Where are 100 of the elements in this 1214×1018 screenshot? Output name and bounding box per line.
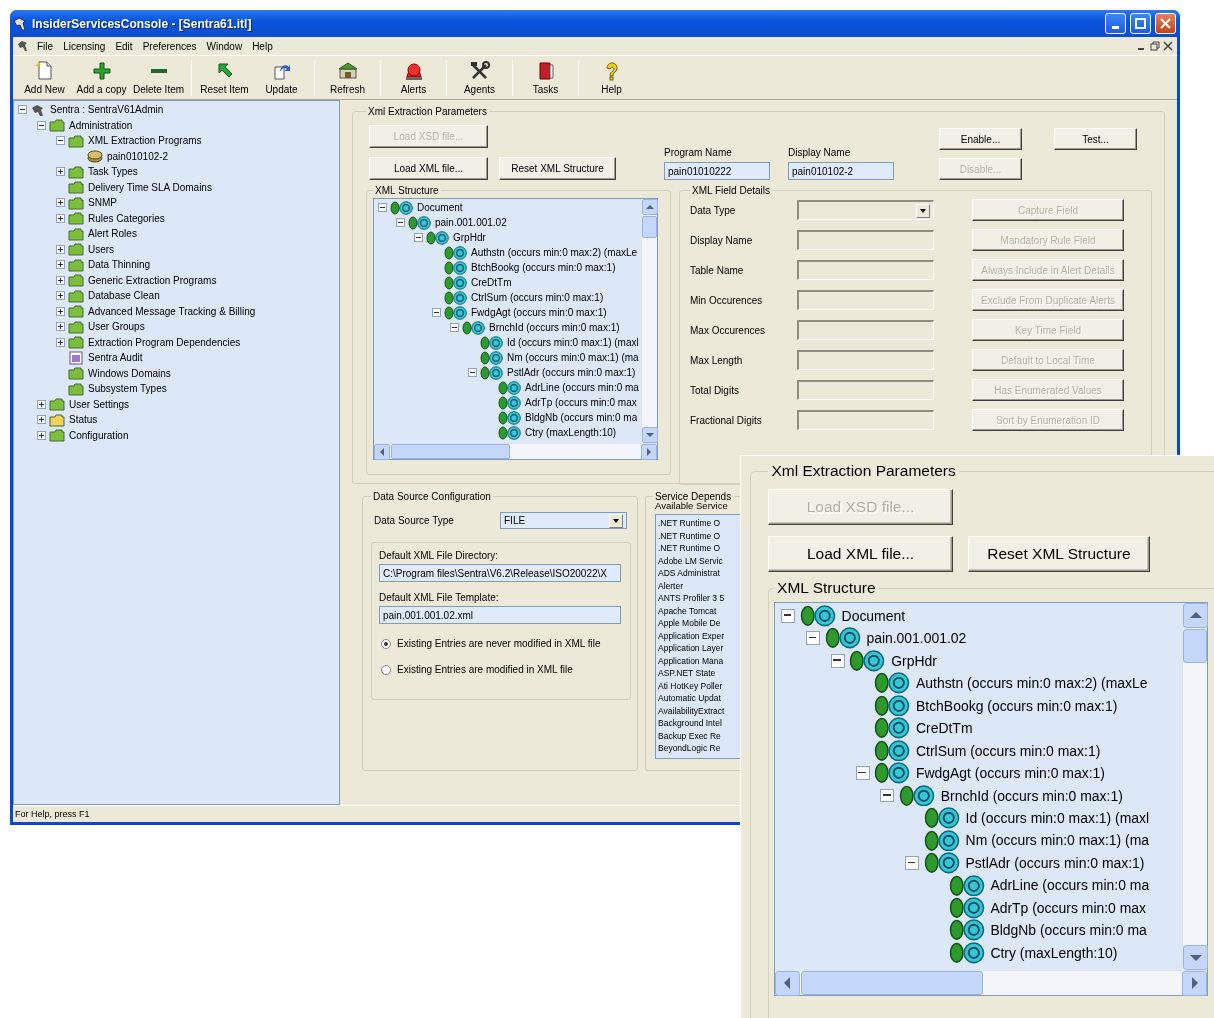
expand-toggle[interactable] <box>37 415 46 425</box>
tree-item[interactable]: pain010102-2 <box>107 148 169 164</box>
tree-item[interactable]: AdrTp (occurs min:0 max <box>990 899 1147 916</box>
tree-item[interactable]: GrpHdr <box>453 232 486 243</box>
tree-item[interactable]: XML Extraction Programs <box>88 133 202 149</box>
input-field[interactable]: C:\Program files\Sentra\V6.2\Release\ISO20022\X <box>379 564 621 582</box>
tree-item[interactable]: Generic Extraction Programs <box>88 272 217 288</box>
toolbar-button[interactable]: Tasks <box>517 57 574 98</box>
expand-toggle[interactable] <box>37 120 46 130</box>
tree-item[interactable]: BldgNb (occurs min:0 ma <box>990 922 1147 939</box>
expand-toggle[interactable] <box>378 203 387 212</box>
tree-item[interactable]: FwdgAgt (occurs min:0 max:1) <box>915 765 1105 782</box>
tree-item[interactable]: Database Clean <box>88 288 160 304</box>
tree-item[interactable]: Administration <box>69 117 133 133</box>
expand-toggle[interactable] <box>781 608 796 623</box>
input-field[interactable]: pain010102-2 <box>788 162 894 180</box>
tree-item[interactable]: PstlAdr (occurs min:0 max:1) <box>507 367 636 378</box>
expand-toggle[interactable] <box>855 766 870 780</box>
tree-item[interactable]: CtrlSum (occurs min:0 max:1) <box>915 742 1101 759</box>
expand-toggle[interactable] <box>905 855 920 870</box>
toolbar-button[interactable]: Refresh <box>319 57 376 98</box>
toolbar-button[interactable]: Delete Item <box>130 57 187 98</box>
tree-item[interactable]: CreDtTm <box>471 277 512 288</box>
expand-toggle[interactable] <box>880 788 895 803</box>
menu-item[interactable]: Preferences <box>138 40 201 52</box>
tree-item[interactable]: Document <box>417 202 463 213</box>
expand-toggle[interactable] <box>450 323 459 332</box>
expand-toggle[interactable] <box>56 291 65 301</box>
scrollbar[interactable] <box>374 443 657 459</box>
list-item[interactable]: Backup Exec Re <box>658 729 743 742</box>
expand-toggle[interactable] <box>56 198 65 208</box>
scrollbar[interactable] <box>641 199 657 443</box>
list-item[interactable]: Apple Mobile De <box>658 617 743 630</box>
tree-item[interactable]: BldgNb (occurs min:0 ma <box>525 412 638 423</box>
toolbar-button[interactable]: Agents <box>451 57 508 98</box>
list-item[interactable]: AvailabilityExtract <box>658 704 743 717</box>
tree-item[interactable]: Nm (occurs min:0 max:1) (ma <box>507 352 639 363</box>
tree-item[interactable]: GrpHdr <box>891 652 937 669</box>
minimize-button[interactable] <box>1105 13 1126 34</box>
tree-item[interactable]: AdrLine (occurs min:0 ma <box>990 877 1150 894</box>
toolbar-button[interactable]: Alerts <box>385 57 442 98</box>
tree-item[interactable]: AdrLine (occurs min:0 ma <box>525 382 639 393</box>
tree-item[interactable]: Status <box>69 412 98 428</box>
close-button[interactable] <box>1163 41 1173 51</box>
tree-item[interactable]: pain.001.001.02 <box>866 630 967 647</box>
list-item[interactable]: Application Exper <box>658 629 743 642</box>
list-item[interactable]: .NET Runtime O <box>658 529 743 542</box>
tree-item[interactable]: CtrlSum (occurs min:0 max:1) <box>471 292 604 303</box>
tree-item[interactable]: CreDtTm <box>915 720 973 737</box>
tree-item[interactable]: Document <box>841 607 906 624</box>
toolbar-button[interactable]: Add New <box>16 57 73 98</box>
menu-item[interactable]: Help <box>248 40 277 52</box>
maximize-button[interactable] <box>1130 13 1151 34</box>
expand-toggle[interactable] <box>56 213 65 223</box>
scrollbar[interactable] <box>775 969 1207 995</box>
list-item[interactable]: Application Mana <box>658 654 743 667</box>
expand-toggle[interactable] <box>432 308 441 317</box>
expand-toggle[interactable] <box>56 136 65 146</box>
expand-toggle[interactable] <box>56 167 65 177</box>
tree-item[interactable]: BtchBookg (occurs min:0 max:1) <box>915 697 1118 714</box>
tree-item[interactable]: Windows Domains <box>88 365 171 381</box>
menu-item[interactable]: Licensing <box>59 40 110 52</box>
expand-toggle[interactable] <box>805 631 820 646</box>
toolbar-button[interactable]: Help <box>583 57 640 98</box>
input-field[interactable]: pain.001.001.02.xml <box>379 606 621 624</box>
button[interactable]: Test... <box>1054 128 1137 150</box>
tree-item[interactable]: Delivery Time SLA Domains <box>88 179 212 195</box>
expand-toggle[interactable] <box>830 653 845 668</box>
list-item[interactable]: Automatic Updat <box>658 692 743 705</box>
tree-item[interactable]: Task Types <box>88 164 138 180</box>
tree-item[interactable]: Data Thinning <box>88 257 151 273</box>
tree-item[interactable]: BrnchId (occurs min:0 max:1) <box>940 787 1123 804</box>
menu-item[interactable]: File <box>33 40 58 52</box>
tree-item[interactable]: Advanced Message Tracking & Billing <box>88 303 256 319</box>
tree-item[interactable]: AdrTp (occurs min:0 max <box>525 397 637 408</box>
tree-item[interactable]: Configuration <box>69 427 129 443</box>
list-item[interactable]: BeyondLogic Re <box>658 742 743 755</box>
tree-item[interactable]: Subsystem Types <box>88 381 167 397</box>
scrollbar[interactable] <box>1182 603 1207 970</box>
button[interactable]: Load XML file... <box>768 535 953 572</box>
tree-item[interactable]: Sentra Audit <box>88 350 143 366</box>
expand-toggle[interactable] <box>37 399 46 409</box>
list-item[interactable]: Alerter <box>658 579 743 592</box>
expand-toggle[interactable] <box>56 306 65 316</box>
tree-item[interactable]: Sentra : SentraV61Admin <box>50 102 164 118</box>
restore-button[interactable] <box>1150 41 1160 51</box>
expand-toggle[interactable] <box>396 218 405 227</box>
toolbar-button[interactable]: Update <box>253 57 310 98</box>
tree-item[interactable]: Id (occurs min:0 max:1) (maxl <box>507 337 639 348</box>
dropdown[interactable]: FILE <box>500 512 627 529</box>
button[interactable]: Enable... <box>939 128 1022 150</box>
tree-item[interactable]: Nm (occurs min:0 max:1) (ma <box>965 832 1150 849</box>
menu-item[interactable]: Window <box>202 40 247 52</box>
tree-item[interactable]: Authstn (occurs min:0 max:2) (maxLe <box>915 675 1148 692</box>
list-item[interactable]: ASP.NET State <box>658 667 743 680</box>
tree-item[interactable]: pain.001.001.02 <box>435 217 507 228</box>
tree-item[interactable]: BtchBookg (occurs min:0 max:1) <box>471 262 616 273</box>
list-item[interactable]: Application Layer <box>658 642 743 655</box>
list-item[interactable]: .NET Runtime O <box>658 517 743 530</box>
list-item[interactable]: ADS Administrat <box>658 567 743 580</box>
